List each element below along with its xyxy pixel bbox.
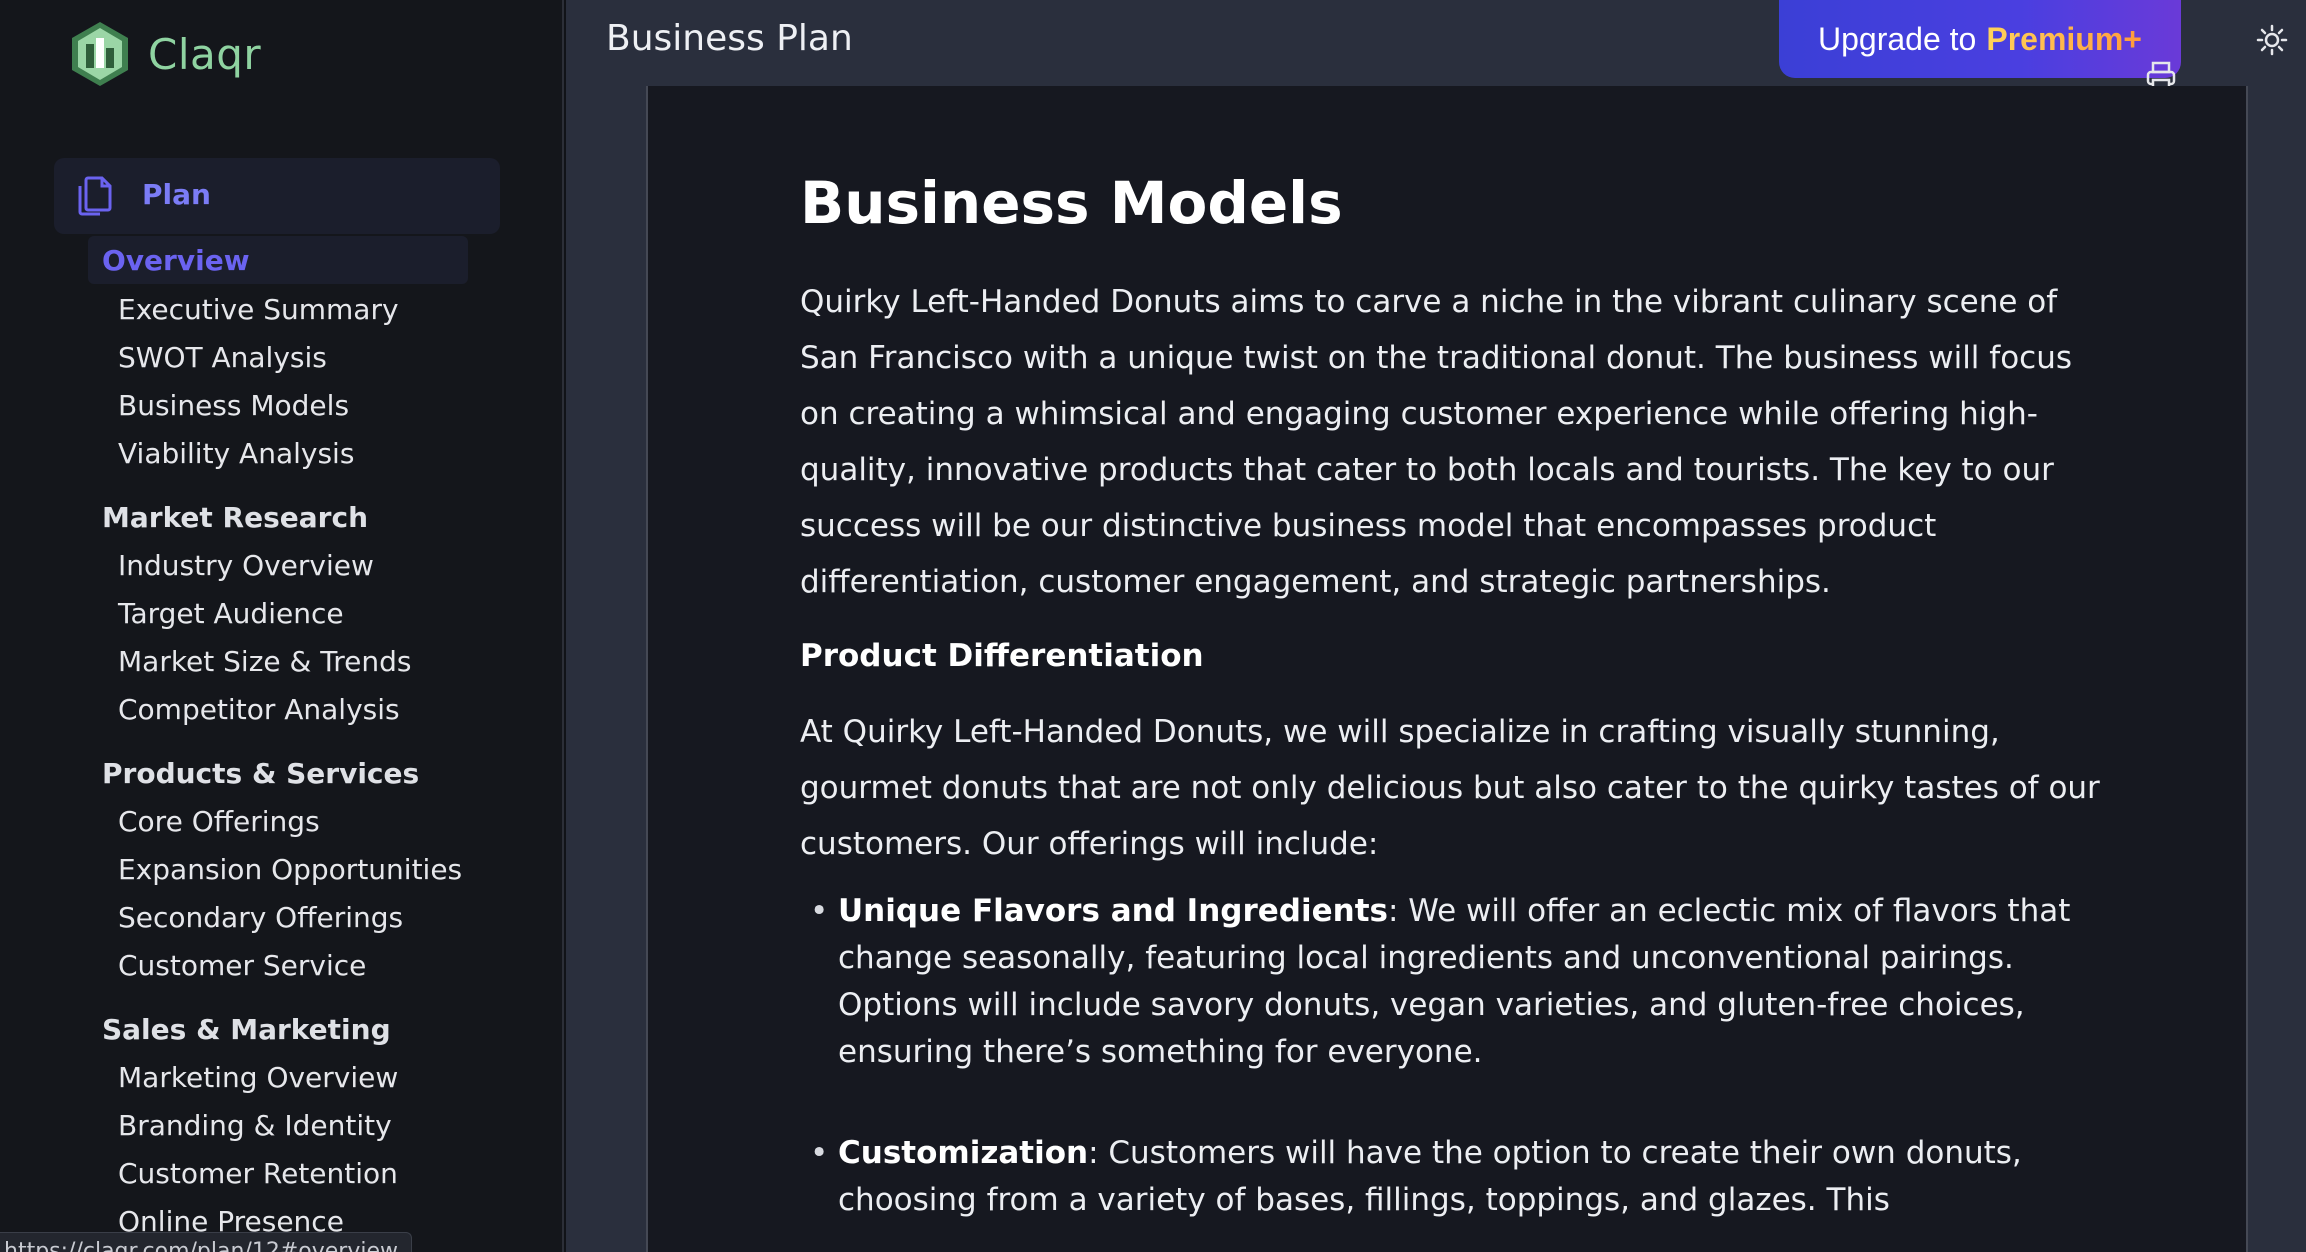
documents-icon (78, 176, 112, 216)
sidebar-item-core-offerings[interactable]: Core Offerings (118, 805, 320, 838)
sidebar-item-secondary-offerings[interactable]: Secondary Offerings (118, 901, 403, 934)
list-item: Customization: Customers will have the o… (800, 1130, 2100, 1224)
sidebar-section-market-research[interactable]: Market Research (102, 501, 368, 534)
top-header: Business Plan Upgrade to Premium+ (566, 0, 2306, 92)
sidebar-item-customer-service[interactable]: Customer Service (118, 949, 366, 982)
sidebar-item-competitor-analysis[interactable]: Competitor Analysis (118, 693, 400, 726)
sidebar-item-customer-retention[interactable]: Customer Retention (118, 1157, 398, 1190)
page-title: Business Plan (606, 18, 853, 59)
upgrade-button-premium: Premium+ (1986, 20, 2142, 57)
sidebar-item-marketing-overview[interactable]: Marketing Overview (118, 1061, 398, 1094)
document-intro-paragraph: Quirky Left-Handed Donuts aims to carve … (800, 284, 2072, 600)
document-page[interactable]: Business Models Quirky Left-Handed Donut… (646, 86, 2248, 1252)
sidebar-item-expansion-opportunities[interactable]: Expansion Opportunities (118, 853, 462, 886)
sidebar-item-overview-label: Overview (102, 244, 250, 277)
brand[interactable]: Claqr (66, 20, 261, 88)
claqr-logo-icon (72, 22, 128, 86)
sidebar-item-plan-label: Plan (142, 178, 211, 211)
brand-name: Claqr (148, 29, 262, 79)
document-subheading: Product Differentiation (800, 638, 1204, 674)
sidebar-section-sales-marketing[interactable]: Sales & Marketing (102, 1013, 391, 1046)
upgrade-premium-button[interactable]: Upgrade to Premium+ (1779, 0, 2181, 78)
list-item-title: Customization (838, 1135, 1089, 1171)
document-bullet-list: Unique Flavors and Ingredients: We will … (800, 888, 2100, 1224)
sidebar-item-swot-analysis[interactable]: SWOT Analysis (118, 341, 327, 374)
sidebar-item-executive-summary[interactable]: Executive Summary (118, 293, 399, 326)
list-item: Unique Flavors and Ingredients: We will … (800, 888, 2100, 1076)
upgrade-button-prefix: Upgrade to (1818, 20, 1977, 57)
sidebar: Claqr Plan Overview Executive Summary SW… (0, 0, 564, 1252)
sidebar-item-viability-analysis[interactable]: Viability Analysis (118, 437, 354, 470)
document-body: Business Models Quirky Left-Handed Donut… (800, 168, 2100, 1252)
list-item-title: Unique Flavors and Ingredients (838, 893, 1388, 929)
sun-icon[interactable] (2256, 24, 2288, 56)
sidebar-item-market-size-trends[interactable]: Market Size & Trends (118, 645, 411, 678)
sidebar-section-products-services[interactable]: Products & Services (102, 757, 419, 790)
sidebar-item-overview[interactable]: Overview (88, 236, 468, 284)
document-heading: Business Models (800, 169, 1343, 237)
sidebar-item-industry-overview[interactable]: Industry Overview (118, 549, 374, 582)
main-content: Business Models Quirky Left-Handed Donut… (566, 86, 2306, 1252)
sidebar-item-business-models[interactable]: Business Models (118, 389, 349, 422)
status-bar-url: https://claqr.com/plan/12#overview (0, 1232, 412, 1252)
sidebar-item-plan[interactable]: Plan (54, 158, 500, 234)
sidebar-item-branding-identity[interactable]: Branding & Identity (118, 1109, 392, 1142)
document-paragraph: At Quirky Left-Handed Donuts, we will sp… (800, 714, 2100, 862)
status-bar-url-text: https://claqr.com/plan/12#overview (4, 1239, 398, 1252)
sidebar-item-target-audience[interactable]: Target Audience (118, 597, 344, 630)
